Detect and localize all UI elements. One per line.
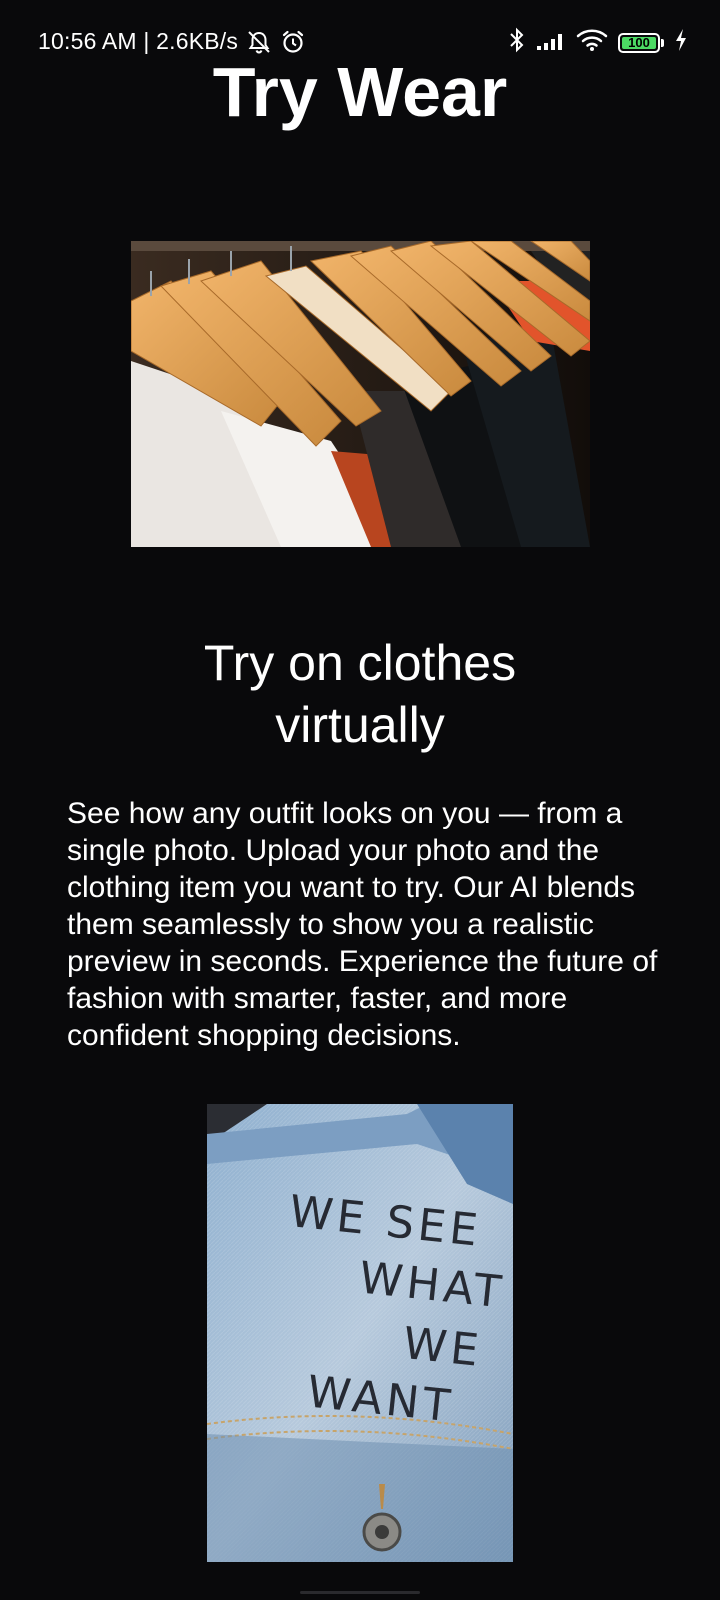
jacket-word-3: WE	[400, 1317, 485, 1378]
home-indicator[interactable]	[300, 1591, 420, 1594]
headline: Try on clothes virtually	[60, 632, 660, 756]
battery-body: 100	[618, 32, 660, 53]
status-time-speed: 10:56 AM | 2.6KB/s	[38, 28, 239, 54]
headline-line-1: Try on clothes	[203, 635, 517, 691]
app-title: Try Wear	[212, 53, 508, 131]
alarm-icon	[280, 29, 306, 55]
description: See how any outfit looks on you — from a…	[67, 797, 658, 1052]
status-left: 10:56 AM | 2.6KB/s	[38, 28, 306, 55]
battery-level: 100	[628, 35, 650, 50]
headline-line-2: virtually	[275, 697, 445, 753]
battery-nub	[661, 38, 664, 47]
denim-jacket-photo: WE SEE WHAT WE WANT	[207, 1104, 513, 1562]
battery-icon: 100	[618, 32, 664, 53]
hangers-photo	[131, 241, 590, 547]
screen: 10:56 AM | 2.6KB/s 100 Try Wear Try on c…	[0, 0, 720, 1600]
silent-bell-icon	[246, 29, 272, 55]
